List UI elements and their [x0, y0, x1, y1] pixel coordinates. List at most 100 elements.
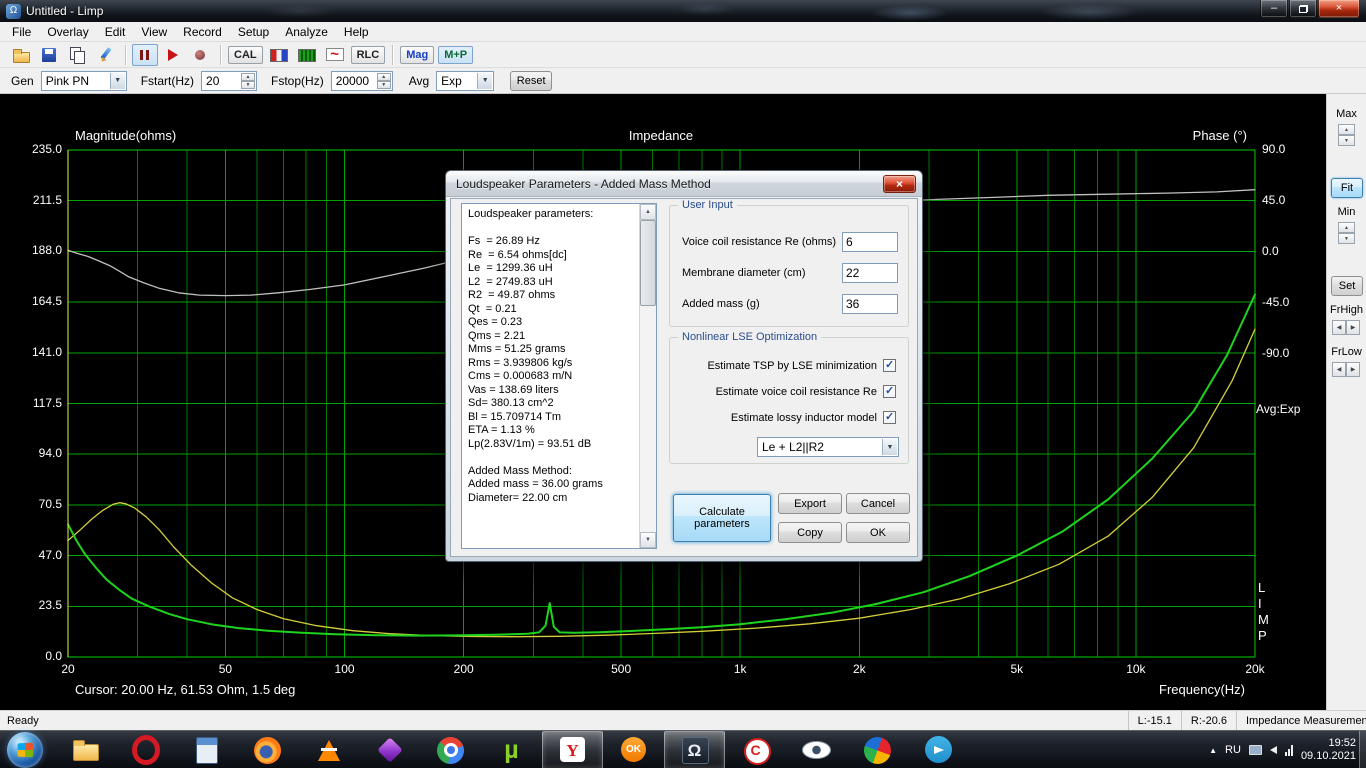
- taskbar-telegram[interactable]: [908, 731, 969, 768]
- diameter-input[interactable]: [842, 263, 898, 283]
- signal-mode-button[interactable]: [322, 44, 348, 66]
- save-button[interactable]: [37, 44, 63, 66]
- close-button[interactable]: ×: [1318, 0, 1360, 18]
- generator-type-dropdown[interactable]: Pink PN ▼: [40, 70, 127, 91]
- magnitude-view-button[interactable]: Mag: [400, 45, 435, 64]
- fit-button[interactable]: Fit: [1331, 178, 1363, 198]
- window-title: Untitled - Limp: [26, 4, 104, 18]
- record-button[interactable]: [160, 44, 186, 66]
- reset-button[interactable]: Reset: [510, 70, 553, 91]
- estimate-tsp-checkbox[interactable]: [883, 358, 896, 372]
- taskbar-yandex-browser[interactable]: Y: [542, 731, 603, 768]
- taskbar-opera[interactable]: [115, 731, 176, 768]
- scroll-down-button[interactable]: ▼: [640, 532, 656, 548]
- fstart-spinner[interactable]: 20 ▲ ▼: [201, 70, 258, 91]
- copy-button[interactable]: [65, 44, 91, 66]
- network-tray-icon[interactable]: [1284, 744, 1293, 756]
- window-titlebar[interactable]: Untitled - Limp – ×: [0, 0, 1366, 22]
- rlc-button[interactable]: RLC: [350, 45, 386, 64]
- frlow-right-button[interactable]: ▶: [1346, 362, 1360, 377]
- menu-overlay[interactable]: Overlay: [39, 23, 96, 41]
- taskbar-utorrent[interactable]: µ: [481, 731, 542, 768]
- listbox-scrollbar[interactable]: ▲ ▼: [639, 204, 656, 548]
- freq-tick: 20k: [1245, 662, 1265, 676]
- dialog-titlebar[interactable]: Loudspeaker Parameters - Added Mass Meth…: [446, 171, 922, 197]
- scroll-up-button[interactable]: ▲: [640, 204, 656, 220]
- max-down-button[interactable]: ▼: [1338, 135, 1355, 146]
- set-button[interactable]: Set: [1331, 276, 1363, 296]
- left-channel-level: L:-15.1: [1127, 711, 1181, 730]
- magnitude-phase-view-button[interactable]: M+P: [438, 45, 474, 64]
- cancel-button[interactable]: Cancel: [846, 493, 910, 514]
- menu-analyze[interactable]: Analyze: [277, 23, 336, 41]
- stop-button[interactable]: [188, 44, 214, 66]
- edit-button[interactable]: [93, 44, 119, 66]
- fstart-up-button[interactable]: ▲: [241, 72, 256, 81]
- fstop-down-button[interactable]: ▼: [376, 80, 391, 89]
- taskbar-clock[interactable]: 19:52 09.10.2021: [1301, 737, 1356, 763]
- language-indicator[interactable]: RU: [1225, 744, 1241, 756]
- fstop-spinner[interactable]: 20000 ▲ ▼: [330, 70, 393, 91]
- taskbar-red-app[interactable]: C: [725, 731, 786, 768]
- show-hidden-icons-button[interactable]: ▲: [1209, 746, 1217, 755]
- taskbar-calculator[interactable]: [176, 731, 237, 768]
- taskbar-vlc[interactable]: [298, 731, 359, 768]
- app-icon: [6, 3, 21, 19]
- ok-button[interactable]: OK: [846, 522, 910, 543]
- frhigh-spinner[interactable]: ◀ ▶: [1332, 320, 1360, 335]
- restore-button[interactable]: [1289, 0, 1317, 18]
- menu-record[interactable]: Record: [175, 23, 230, 41]
- added-mass-input[interactable]: [842, 294, 898, 314]
- max-up-button[interactable]: ▲: [1338, 124, 1355, 135]
- taskbar-eye-app[interactable]: [786, 731, 847, 768]
- export-button[interactable]: Export: [778, 493, 842, 514]
- menu-file[interactable]: File: [4, 23, 39, 41]
- frhigh-left-button[interactable]: ◀: [1332, 320, 1346, 335]
- menu-view[interactable]: View: [133, 23, 175, 41]
- taskbar-colorful-app[interactable]: [847, 731, 908, 768]
- start-button[interactable]: [7, 732, 43, 768]
- minimize-button[interactable]: –: [1260, 0, 1288, 18]
- min-up-button[interactable]: ▲: [1338, 222, 1355, 233]
- pause-button[interactable]: [132, 43, 158, 66]
- max-spinner[interactable]: ▲ ▼: [1338, 124, 1355, 146]
- calibrate-button[interactable]: CAL: [228, 45, 263, 64]
- fstop-up-button[interactable]: ▲: [376, 72, 391, 81]
- display-tray-icon[interactable]: [1248, 745, 1262, 755]
- calculate-parameters-button[interactable]: Calculate parameters: [673, 494, 771, 542]
- re-input[interactable]: [842, 232, 898, 252]
- mag-tick: 47.0: [38, 547, 62, 562]
- copy-button[interactable]: Copy: [778, 522, 842, 543]
- spectrum-mode-button[interactable]: [294, 44, 320, 66]
- scroll-thumb[interactable]: [640, 220, 656, 306]
- loudspeaker-parameters-dialog: Loudspeaker Parameters - Added Mass Meth…: [445, 170, 923, 562]
- estimate-inductor-checkbox[interactable]: [883, 410, 896, 424]
- taskbar-purple-app[interactable]: [359, 731, 420, 768]
- frlow-left-button[interactable]: ◀: [1332, 362, 1346, 377]
- averaging-dropdown[interactable]: Exp ▼: [436, 70, 495, 91]
- flag-icon: [269, 47, 288, 63]
- fstart-down-button[interactable]: ▼: [241, 80, 256, 89]
- parameters-listbox[interactable]: Loudspeaker parameters: Fs = 26.89 Hz Re…: [461, 203, 657, 549]
- taskbar-ok-ru[interactable]: OK: [603, 731, 664, 768]
- dialog-close-button[interactable]: ×: [883, 175, 916, 193]
- close-icon: ×: [1335, 2, 1343, 14]
- generator-setup-button[interactable]: [266, 44, 292, 66]
- show-desktop-button[interactable]: [1359, 731, 1366, 768]
- taskbar-windows-explorer[interactable]: [54, 731, 115, 768]
- volume-tray-icon[interactable]: [1269, 746, 1277, 754]
- menu-help[interactable]: Help: [336, 23, 377, 41]
- estimate-re-checkbox[interactable]: [883, 384, 896, 398]
- taskbar-firefox[interactable]: [237, 731, 298, 768]
- frlow-spinner[interactable]: ◀ ▶: [1332, 362, 1360, 377]
- min-spinner[interactable]: ▲ ▼: [1338, 222, 1355, 244]
- min-down-button[interactable]: ▼: [1338, 233, 1355, 244]
- open-button[interactable]: [9, 44, 35, 66]
- taskbar-chrome[interactable]: [420, 731, 481, 768]
- taskbar-limp-omega[interactable]: Ω: [664, 731, 725, 768]
- freq-tick: 50: [218, 662, 233, 676]
- frhigh-right-button[interactable]: ▶: [1346, 320, 1360, 335]
- inductor-model-dropdown[interactable]: Le + L2||R2 ▼: [757, 437, 899, 457]
- menu-edit[interactable]: Edit: [97, 23, 134, 41]
- menu-setup[interactable]: Setup: [230, 23, 277, 41]
